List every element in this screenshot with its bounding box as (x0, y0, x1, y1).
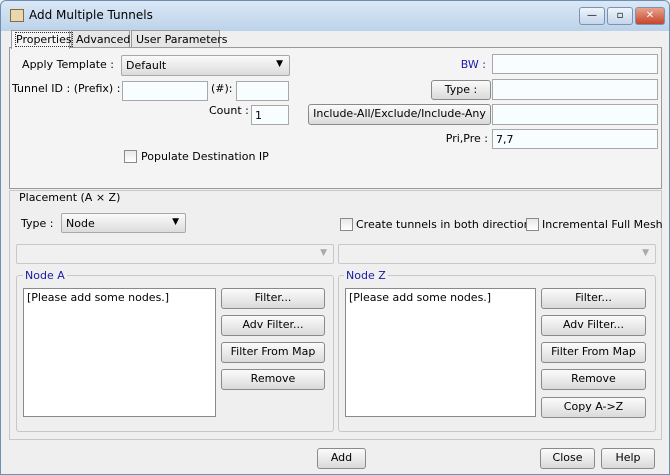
node-a-list[interactable]: [Please add some nodes.] (23, 288, 216, 417)
node-a-filter-select[interactable]: ▼ (16, 244, 334, 264)
include-exclude-button[interactable]: Include-All/Exclude/Include-Any (308, 104, 491, 125)
node-z-filter-select[interactable]: ▼ (338, 244, 656, 264)
full-mesh-label: Incremental Full Mesh (542, 218, 663, 231)
type-input[interactable] (492, 79, 658, 100)
node-z-filter-from-map-button[interactable]: Filter From Map (541, 342, 646, 363)
dropdown-arrow-icon: ▼ (320, 248, 327, 258)
full-mesh-checkbox[interactable] (526, 218, 539, 231)
node-z-adv-filter-button[interactable]: Adv Filter... (541, 315, 646, 336)
node-z-title: Node Z (344, 269, 388, 282)
tunnel-id-label: Tunnel ID : (Prefix) : (12, 82, 121, 95)
pri-pre-input[interactable]: 7,7 (492, 129, 658, 149)
node-a-remove-button[interactable]: Remove (221, 369, 325, 390)
pri-pre-label: Pri,Pre : (445, 132, 488, 145)
type-button[interactable]: Type : (431, 80, 491, 100)
both-directions-checkbox[interactable] (340, 218, 353, 231)
apply-template-select[interactable]: Default ▼ (121, 55, 290, 76)
node-z-list[interactable]: [Please add some nodes.] (345, 288, 536, 417)
tunnel-number-input[interactable] (236, 81, 289, 101)
close-window-button[interactable]: ✕ (635, 7, 665, 25)
both-directions-label: Create tunnels in both directions (356, 218, 537, 231)
copy-a-to-z-button[interactable]: Copy A->Z (541, 397, 646, 418)
minimize-button[interactable]: — (579, 7, 605, 25)
dropdown-arrow-icon: ▼ (276, 59, 283, 69)
count-input[interactable]: 1 (251, 105, 289, 125)
hash-label: (#): (211, 82, 233, 95)
node-a-filter-button[interactable]: Filter... (221, 288, 325, 309)
tunnel-prefix-input[interactable] (122, 81, 208, 101)
tab-user-parameters[interactable]: User Parameters (131, 30, 228, 48)
dropdown-arrow-icon: ▼ (172, 217, 179, 227)
dropdown-arrow-icon: ▼ (642, 248, 649, 258)
title-bar: Add Multiple Tunnels — ▫ ✕ (1, 1, 669, 31)
bw-label: BW : (460, 58, 486, 71)
help-button[interactable]: Help (601, 448, 655, 469)
node-a-filter-from-map-button[interactable]: Filter From Map (221, 342, 325, 363)
apply-template-label: Apply Template : (22, 58, 114, 71)
maximize-button[interactable]: ▫ (607, 7, 633, 25)
add-button[interactable]: Add (317, 448, 366, 469)
window-title: Add Multiple Tunnels (29, 8, 153, 22)
placement-type-label: Type : (21, 217, 54, 230)
node-a-adv-filter-button[interactable]: Adv Filter... (221, 315, 325, 336)
placement-title: Placement (A × Z) (17, 191, 123, 204)
tab-advanced[interactable]: Advanced (71, 30, 130, 48)
populate-destination-checkbox[interactable] (124, 150, 137, 163)
placement-type-select[interactable]: Node ▼ (61, 213, 186, 233)
populate-destination-label: Populate Destination IP (141, 150, 269, 163)
node-a-title: Node A (23, 269, 67, 282)
app-icon (10, 9, 24, 22)
tab-properties[interactable]: Properties (11, 30, 73, 49)
node-z-remove-button[interactable]: Remove (541, 369, 646, 390)
dialog-window: Add Multiple Tunnels — ▫ ✕ Properties Ad… (0, 0, 670, 475)
include-exclude-input[interactable] (492, 104, 658, 125)
count-label: Count : (209, 104, 249, 117)
bw-input[interactable] (492, 54, 658, 74)
close-button[interactable]: Close (540, 448, 595, 469)
node-z-filter-button[interactable]: Filter... (541, 288, 646, 309)
